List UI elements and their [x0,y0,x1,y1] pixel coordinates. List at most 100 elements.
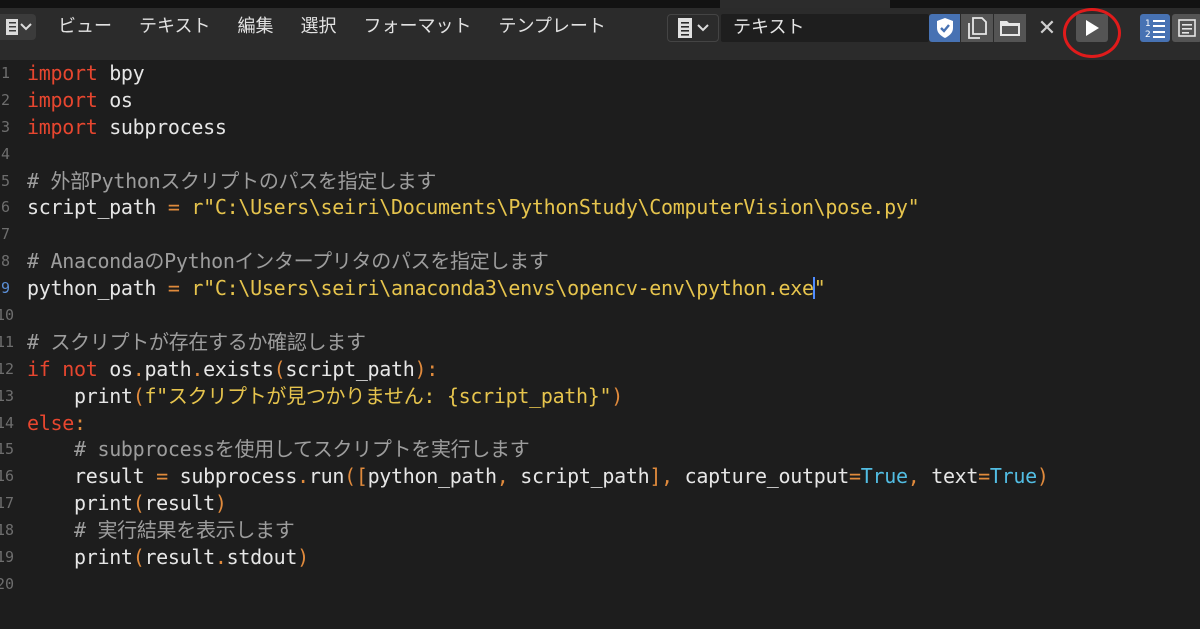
close-icon: ✕ [1037,15,1057,41]
svg-text:2: 2 [1145,30,1151,40]
line-number: 13 [0,386,15,405]
menu-select[interactable]: 選択 [300,14,336,40]
line-number: 16 [0,467,15,486]
code-line: 4 [0,141,1200,168]
menu-text[interactable]: テキスト [139,14,210,40]
comment: # AnacondaのPythonインタープリタのパスを指定します [27,249,549,274]
comment: # 外部Pythonスクリプトのパスを指定します [27,168,437,193]
keyword: not [62,356,98,381]
line-number: 2 [0,90,10,109]
operator: = [167,195,180,220]
code-line: 12 if not os.path.exists(script_path): [0,356,1200,383]
editor-type-selector[interactable] [0,14,36,40]
text-editor-icon [6,19,18,35]
open-text-button[interactable] [994,14,1026,42]
builtin-constant: True [860,464,908,489]
line-number: 17 [0,494,15,513]
code-text: result [144,545,215,570]
line-number: 12 [0,359,15,378]
keyword: import [27,114,98,139]
code-text: python_path [27,276,168,301]
register-trusted-button[interactable] [929,14,960,42]
line-number: 11 [0,332,15,351]
keyword: import [27,87,98,112]
code-text: capture_output [684,464,850,489]
comment: # スクリプトが存在するか確認します [27,329,366,354]
new-text-button[interactable] [961,14,993,42]
line-number: 9 [0,279,10,298]
code-text: print [73,383,133,408]
code-text: script_path [520,464,650,489]
run-button-highlight-circle [1063,8,1121,58]
code-line: 18 # 実行結果を表示します [0,517,1200,544]
line-number: 4 [0,144,10,163]
code-text: path [144,356,192,381]
code-line: 8 # AnacondaのPythonインタープリタのパスを指定します [0,248,1200,275]
menu-format[interactable]: フォーマット [363,14,471,40]
comment: # 実行結果を表示します [73,518,295,543]
code-text: text [931,464,979,489]
code-text: print [73,491,133,516]
shield-check-icon [936,18,953,38]
menu-templates[interactable]: テンプレート [498,14,605,40]
comment: # subprocessを使用してスクリプトを実行します [73,437,530,462]
line-number: 10 [0,306,15,325]
code-text: result [144,491,215,516]
window-top-strip [0,0,1200,8]
code-line: 2 import os [0,87,1200,114]
text-block-browse-button[interactable] [667,14,719,42]
code-line: 15 # subprocessを使用してスクリプトを実行します [0,436,1200,463]
line-number: 1 [0,64,10,82]
svg-text:1: 1 [1145,19,1151,29]
menu-view[interactable]: ビュー [58,14,112,40]
code-line: 20 [0,571,1200,598]
code-text: subprocess [97,114,227,139]
operator: = [167,276,180,301]
keyword: if [27,356,51,381]
toggle-word-wrap-button[interactable] [1172,14,1200,42]
text-block-name-field[interactable]: テキスト [721,14,929,42]
builtin-constant: True [989,464,1037,489]
code-line: 17 print(result) [0,490,1200,517]
line-number: 19 [0,548,15,567]
code-text: python_path [367,464,497,489]
word-wrap-icon [1178,19,1196,37]
line-number: 18 [0,521,15,540]
menu-edit[interactable]: 編集 [237,14,273,40]
code-line: 10 [0,302,1200,329]
code-text: os [109,356,133,381]
string-literal: " [813,276,826,301]
keyword: import [27,61,98,85]
string-literal: r"C:\Users\seiri\anaconda3\envs\opencv-e… [191,276,814,301]
keyword: else [27,410,74,435]
code-area[interactable]: 1 import bpy 2 import os 3 import subproces… [0,60,1200,598]
code-line: 5 # 外部Pythonスクリプトのパスを指定します [0,168,1200,195]
code-text: os [97,87,133,112]
code-text: bpy [97,61,145,85]
code-text: script_path [285,356,415,381]
code-line: 7 [0,221,1200,248]
code-text: script_path [27,195,168,220]
line-number: 15 [0,440,15,459]
code-line: 19 print(result.stdout) [0,544,1200,571]
string-literal: f"スクリプトが見つかりません: {script_path}" [144,383,612,408]
toggle-line-numbers-button[interactable]: 12 [1140,14,1170,42]
code-text: run [308,464,345,489]
code-line: 11 # スクリプトが存在するか確認します [0,329,1200,356]
code-text: result [73,464,145,489]
code-text: stdout [226,545,298,570]
code-line: 14 else: [0,410,1200,437]
code-text: print [73,545,133,570]
workspace-tab[interactable] [720,0,890,8]
line-number: 14 [0,413,15,432]
header-menu: ビュー テキスト 編集 選択 フォーマット テンプレート [58,14,633,40]
code-text: subprocess [179,464,298,489]
line-number: 8 [0,252,10,271]
line-numbers-icon: 12 [1145,19,1165,40]
unlink-text-button[interactable]: ✕ [1032,14,1062,42]
code-line: 3 import subprocess [0,114,1200,141]
code-line-current: 9 python_path = r"C:\Users\seiri\anaconda… [0,275,1200,302]
code-line: 6 script_path = r"C:\Users\seiri\Document… [0,194,1200,221]
chevron-down-icon [20,23,32,31]
